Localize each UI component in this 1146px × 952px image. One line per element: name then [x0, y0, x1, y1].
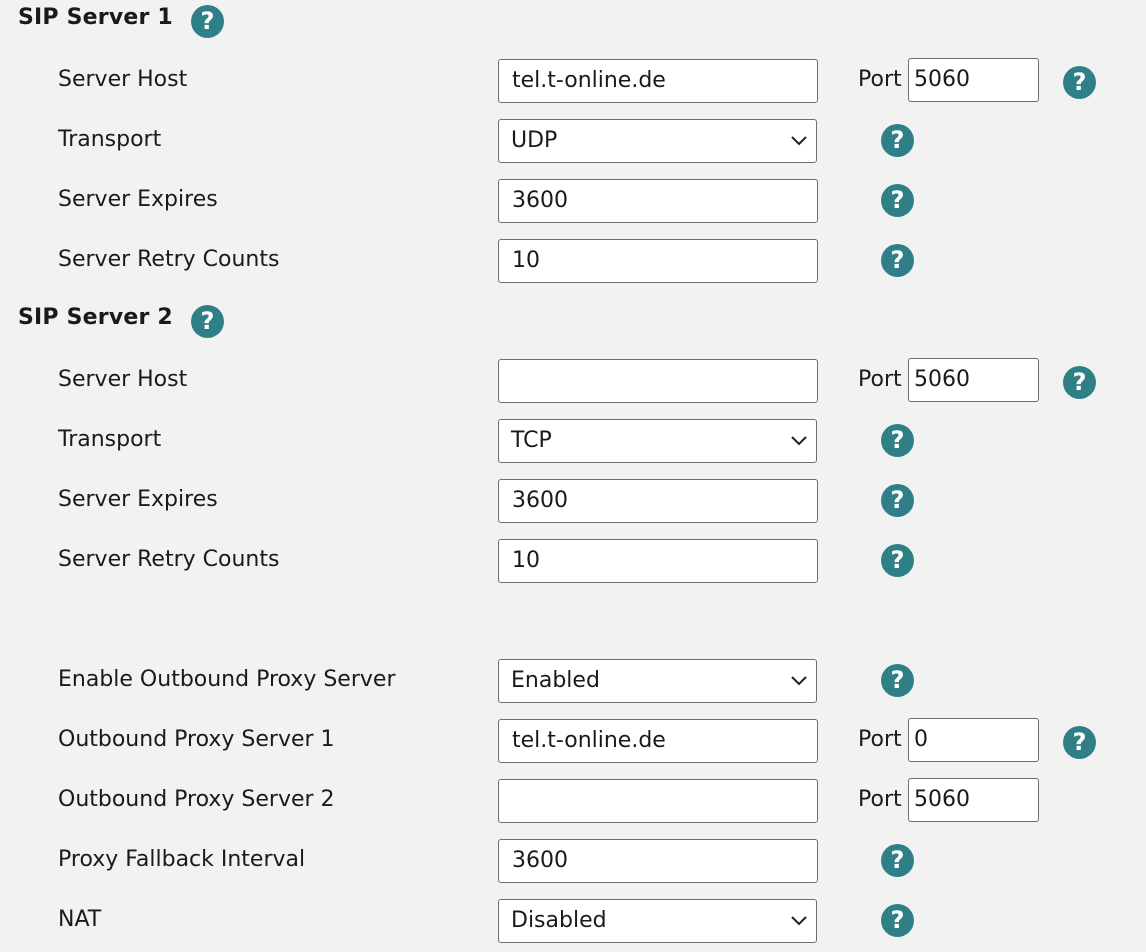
chevron-down-icon — [791, 136, 807, 146]
chevron-down-icon — [791, 916, 807, 926]
help-icon[interactable]: ? — [1063, 366, 1096, 399]
proxy-server1-input[interactable]: tel.t-online.de — [498, 719, 818, 763]
proxy-fallback-label: Proxy Fallback Interval — [58, 847, 306, 872]
proxy-server1-label: Outbound Proxy Server 1 — [58, 727, 335, 752]
proxy-enable-label: Enable Outbound Proxy Server — [58, 667, 396, 692]
proxy-fallback-input[interactable]: 3600 — [498, 839, 818, 883]
proxy-server2-label: Outbound Proxy Server 2 — [58, 787, 335, 812]
nat-label: NAT — [58, 907, 102, 932]
server2-expires-label: Server Expires — [58, 487, 218, 512]
server1-retry-label: Server Retry Counts — [58, 247, 280, 272]
proxy-server1-port-label: Port — [858, 727, 902, 752]
help-icon[interactable]: ? — [881, 904, 914, 937]
server1-retry-input[interactable]: 10 — [498, 239, 818, 283]
server1-expires-label: Server Expires — [58, 187, 218, 212]
help-icon[interactable]: ? — [881, 844, 914, 877]
chevron-down-icon — [791, 676, 807, 686]
help-icon[interactable]: ? — [881, 184, 914, 217]
sip-settings-page: SIP Server 1 ? Server Host tel.t-online.… — [0, 0, 1146, 952]
proxy-server1-port-input[interactable]: 0 — [908, 718, 1039, 762]
help-icon[interactable]: ? — [881, 664, 914, 697]
sip-server-2-title: SIP Server 2 — [18, 305, 173, 330]
server2-transport-select[interactable]: TCP — [498, 419, 817, 463]
chevron-down-icon — [791, 436, 807, 446]
server1-host-input[interactable]: tel.t-online.de — [498, 59, 818, 103]
nat-value: Disabled — [511, 908, 607, 933]
proxy-server2-port-label: Port — [858, 787, 902, 812]
server2-port-input[interactable]: 5060 — [908, 358, 1039, 402]
server1-transport-select[interactable]: UDP — [498, 119, 817, 163]
proxy-enable-select[interactable]: Enabled — [498, 659, 817, 703]
server2-host-input[interactable] — [498, 359, 818, 403]
server1-port-label: Port — [858, 67, 902, 92]
help-icon[interactable]: ? — [1063, 726, 1096, 759]
nat-select[interactable]: Disabled — [498, 899, 817, 943]
server2-expires-input[interactable]: 3600 — [498, 479, 818, 523]
server2-retry-label: Server Retry Counts — [58, 547, 280, 572]
server2-transport-label: Transport — [58, 427, 162, 452]
server1-transport-label: Transport — [58, 127, 162, 152]
help-icon[interactable]: ? — [881, 124, 914, 157]
help-icon[interactable]: ? — [881, 544, 914, 577]
server1-expires-input[interactable]: 3600 — [498, 179, 818, 223]
server1-port-input[interactable]: 5060 — [908, 58, 1039, 102]
help-icon[interactable]: ? — [881, 484, 914, 517]
server2-host-label: Server Host — [58, 367, 188, 392]
proxy-server2-port-input[interactable]: 5060 — [908, 778, 1039, 822]
proxy-server2-input[interactable] — [498, 779, 818, 823]
sip-server-1-title: SIP Server 1 — [18, 5, 173, 30]
help-icon[interactable]: ? — [191, 305, 224, 338]
server2-port-label: Port — [858, 367, 902, 392]
help-icon[interactable]: ? — [1063, 66, 1096, 99]
help-icon[interactable]: ? — [191, 5, 224, 38]
server2-transport-value: TCP — [511, 428, 552, 453]
server1-host-label: Server Host — [58, 67, 188, 92]
proxy-enable-value: Enabled — [511, 668, 600, 693]
server1-transport-value: UDP — [511, 128, 558, 153]
help-icon[interactable]: ? — [881, 424, 914, 457]
server2-retry-input[interactable]: 10 — [498, 539, 818, 583]
help-icon[interactable]: ? — [881, 244, 914, 277]
